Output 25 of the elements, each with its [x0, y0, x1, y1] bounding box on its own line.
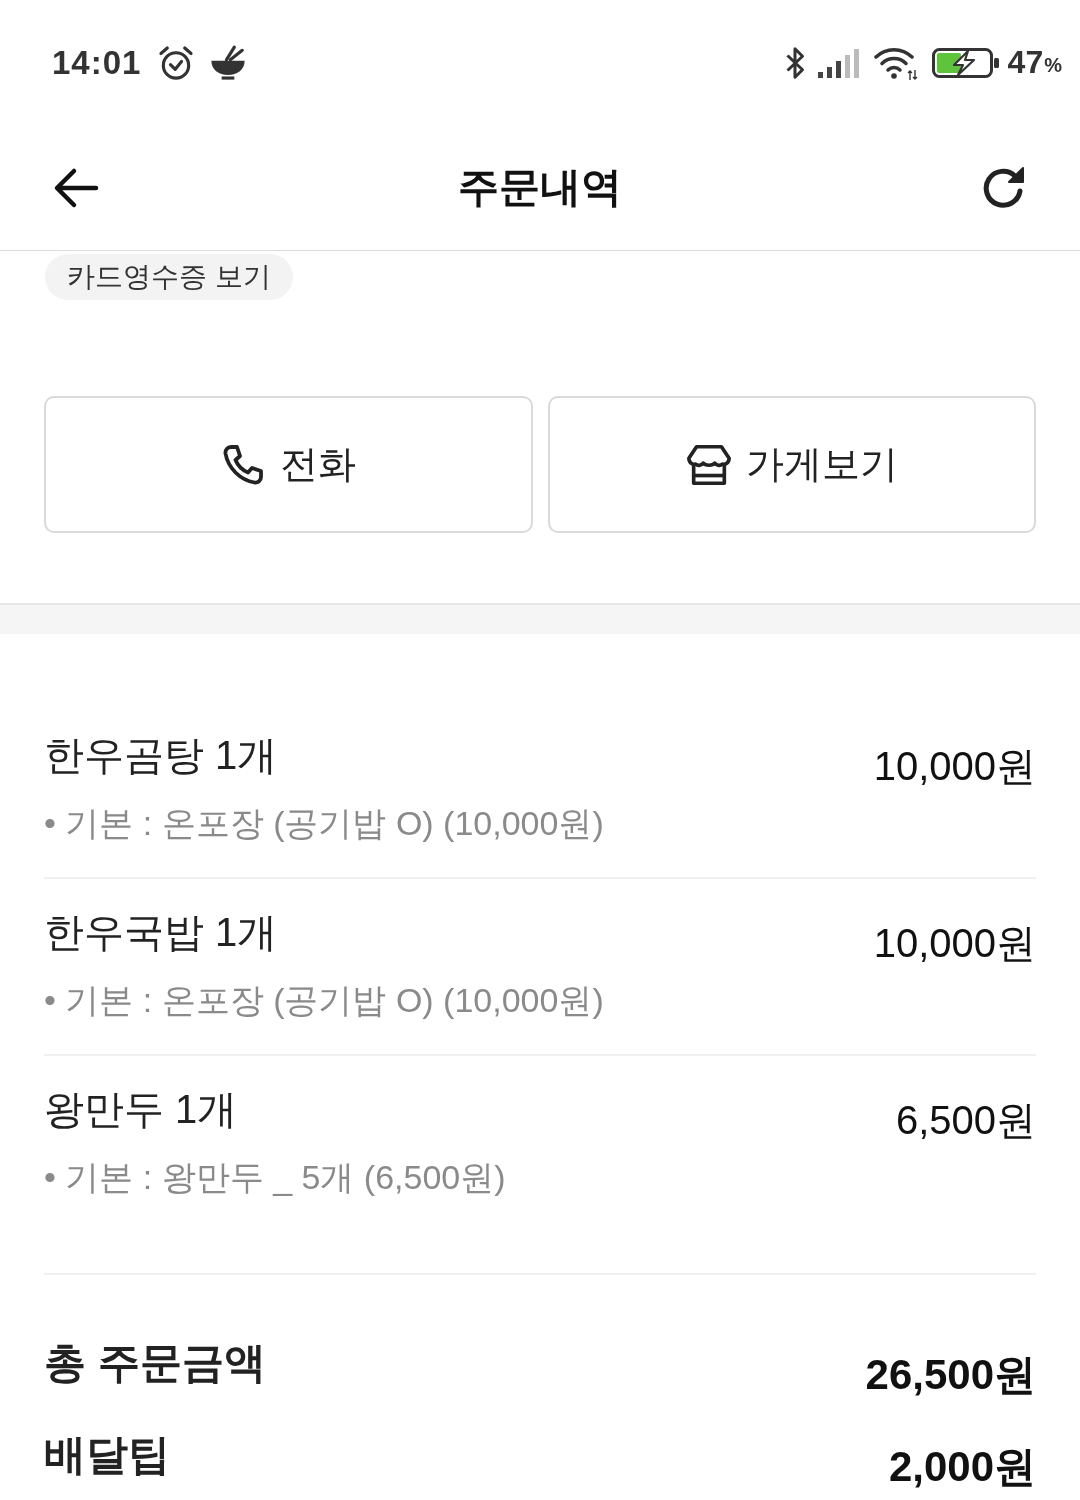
menu-item-price: 10,000원	[873, 920, 1036, 967]
menu-item-option: • 기본 : 온포장 (공기밥 O) (10,000원)	[44, 798, 604, 848]
total-label: 총 주문금액	[44, 1338, 266, 1388]
menu-item-option: • 기본 : 온포장 (공기밥 O) (10,000원)	[44, 975, 604, 1025]
store-icon	[685, 442, 732, 487]
card-receipt-button[interactable]: 카드영수증 보기	[45, 254, 293, 300]
status-time: 14:01	[52, 43, 142, 82]
menu-item-price: 6,500원	[895, 1097, 1036, 1144]
action-button[interactable]: 가게보기	[547, 396, 1036, 533]
menu-item-name: 한우국밥 1개	[44, 909, 279, 956]
total-amount: 26,500원	[865, 1350, 1036, 1400]
alarm-clock-icon	[157, 43, 196, 82]
menu-item-name: 한우곰탕 1개	[44, 732, 279, 779]
wifi-icon	[873, 45, 918, 80]
menu-item-price: 10,000원	[873, 743, 1036, 790]
total-label: 배달팁	[44, 1430, 170, 1480]
signal-bars-icon	[817, 47, 860, 78]
menu-item-name: 왕만두 1개	[44, 1086, 239, 1133]
battery-percent-unit: %	[1044, 54, 1062, 77]
battery-percent: 47	[1007, 44, 1044, 81]
battery-charging-icon	[931, 47, 1000, 78]
page-title: 주문내역	[458, 163, 622, 212]
menu-item-option: • 기본 : 왕만두 _ 5개 (6,500원)	[44, 1152, 506, 1202]
action-button[interactable]: 전화	[44, 396, 533, 533]
total-amount: 2,000원	[888, 1442, 1036, 1492]
